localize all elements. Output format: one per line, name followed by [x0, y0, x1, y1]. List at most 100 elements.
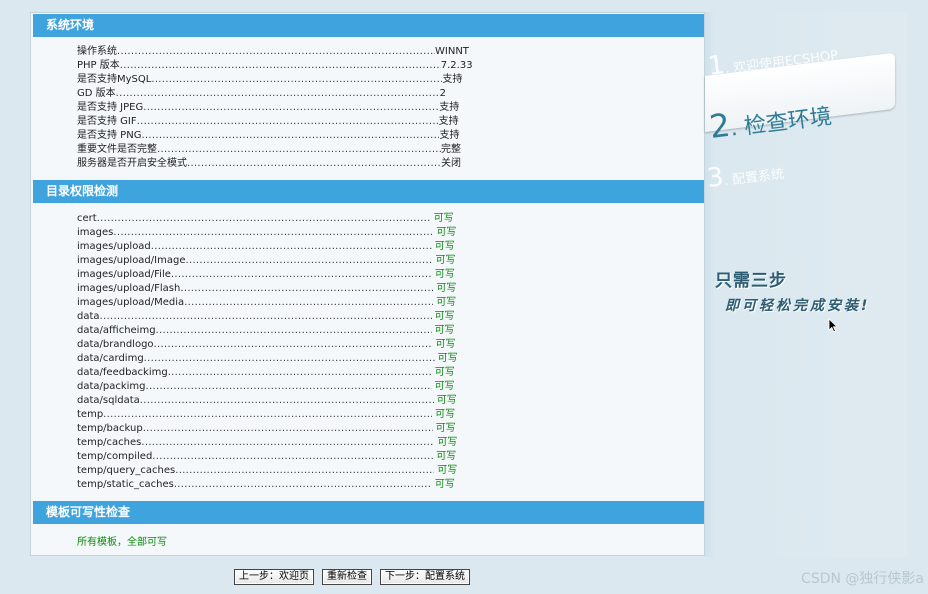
writable-status: 可写 — [434, 269, 455, 280]
dot-leader: ........................................… — [141, 130, 440, 141]
env-value: 支持 — [442, 74, 463, 85]
dot-leader: ........................................… — [150, 241, 432, 252]
env-value: WINNT — [435, 46, 469, 57]
dir-row: data....................................… — [77, 310, 455, 324]
dir-label: temp/compiled — [77, 451, 153, 462]
writable-status: 可写 — [435, 255, 456, 266]
dir-label: data/cardimg — [77, 353, 144, 364]
env-value: 7.2.33 — [440, 60, 473, 71]
env-value: 支持 — [439, 130, 460, 141]
dir-label: data/afficheimg — [77, 325, 156, 336]
step-label: . 配置系统 — [723, 166, 785, 190]
dir-row: temp/caches.............................… — [77, 436, 457, 450]
dot-leader: ........................................… — [117, 46, 435, 57]
dir-row: images/upload/Flash.....................… — [77, 282, 456, 296]
writable-status: 可写 — [436, 297, 457, 308]
dir-label: temp/backup — [77, 423, 143, 434]
dir-label: temp/static_caches — [77, 479, 174, 490]
env-row: 是否支持 GIF................................… — [77, 115, 459, 129]
dot-leader: ........................................… — [99, 311, 432, 322]
dir-label: images/upload/Flash — [77, 283, 181, 294]
dir-label: temp — [77, 409, 104, 420]
env-row: 重要文件是否完整................................… — [77, 143, 461, 157]
dot-leader: ........................................… — [155, 325, 432, 336]
section-header-env: 系统环境 — [33, 14, 704, 37]
dir-label: images/upload/Image — [77, 255, 186, 266]
dir-label: data/sqldata — [77, 395, 140, 406]
writable-status: 可写 — [434, 241, 455, 252]
dir-row: data/feedbackimg........................… — [77, 366, 455, 380]
dir-row: temp/query_caches.......................… — [77, 464, 457, 478]
dir-row: data/afficheimg.........................… — [77, 324, 455, 338]
env-label: PHP 版本 — [77, 60, 120, 71]
dir-row: temp/backup.............................… — [77, 422, 456, 436]
dir-row: images..................................… — [77, 226, 456, 240]
env-row: 操作系统....................................… — [77, 45, 469, 59]
dir-row: images/upload/Media.....................… — [77, 296, 456, 310]
dot-leader: ........................................… — [187, 158, 441, 169]
env-label: 是否支持MySQL — [77, 74, 152, 85]
env-row: PHP 版本..................................… — [77, 59, 473, 73]
dot-leader: ........................................… — [96, 213, 431, 224]
writable-status: 可写 — [434, 381, 455, 392]
writable-status: 可写 — [434, 311, 455, 322]
dir-row: temp....................................… — [77, 408, 455, 422]
env-label: 是否支持 PNG — [77, 130, 142, 141]
dir-row: images/upload...........................… — [77, 240, 455, 254]
dot-leader: ........................................… — [141, 437, 434, 448]
env-value: 2 — [439, 88, 447, 99]
dot-leader: ........................................… — [113, 227, 434, 238]
watermark: CSDN @独行侠影a — [801, 571, 924, 587]
writable-status: 可写 — [435, 409, 456, 420]
dot-leader: ........................................… — [153, 339, 433, 350]
dir-label: temp/caches — [77, 437, 142, 448]
dir-row: temp/compiled...........................… — [77, 450, 456, 464]
section-header-template: 模板可写性检查 — [33, 501, 704, 524]
dir-row: images/upload/Image.....................… — [77, 254, 455, 268]
dir-row: data/sqldata............................… — [77, 394, 457, 408]
env-label: 操作系统 — [77, 46, 117, 57]
writable-status: 可写 — [436, 283, 457, 294]
dot-leader: ........................................… — [115, 88, 440, 99]
writable-status: 可写 — [436, 395, 457, 406]
writable-status: 可写 — [435, 339, 456, 350]
writable-status: 可写 — [435, 423, 456, 434]
dot-leader: ........................................… — [119, 60, 441, 71]
step-configure: 3. 配置系统 — [705, 155, 785, 194]
env-row: 服务器是否开启安全模式.............................… — [77, 157, 461, 171]
env-label: 是否支持 JPEG — [77, 102, 144, 113]
env-row: 是否支持 PNG................................… — [77, 129, 459, 143]
dir-label: images — [77, 227, 114, 238]
dir-label: cert — [77, 213, 97, 224]
writable-status: 可写 — [436, 451, 457, 462]
env-row: 是否支持MySQL...............................… — [77, 73, 462, 87]
env-label: GD 版本 — [77, 88, 116, 99]
dir-label: data/brandlogo — [77, 339, 154, 350]
env-value: 支持 — [438, 116, 459, 127]
env-row: GD 版本...................................… — [77, 87, 446, 101]
dot-leader: ........................................… — [152, 451, 434, 462]
mouse-pointer-icon — [828, 318, 838, 333]
prev-step-button[interactable]: 上一步：欢迎页 — [234, 569, 314, 585]
dir-row: temp/static_caches......................… — [77, 478, 455, 492]
dot-leader: ........................................… — [185, 255, 433, 266]
writable-status: 可写 — [437, 465, 458, 476]
dot-leader: ........................................… — [143, 353, 435, 364]
template-check-result: 所有模板，全部可写 — [77, 537, 167, 548]
dir-row: data/packimg............................… — [77, 380, 455, 394]
install-check-panel: 系统环境 操作系统...............................… — [30, 12, 705, 556]
writable-status: 可写 — [437, 353, 458, 364]
recheck-button[interactable]: 重新检查 — [322, 569, 372, 585]
writable-status: 可写 — [436, 227, 457, 238]
env-label: 服务器是否开启安全模式 — [77, 158, 187, 169]
dir-label: images/upload/Media — [77, 297, 185, 308]
writable-status: 可写 — [433, 213, 454, 224]
tagline-easy-install: 即可轻松完成安装! — [725, 298, 871, 314]
next-step-button[interactable]: 下一步：配置系统 — [380, 569, 470, 585]
dot-leader: ........................................… — [103, 409, 433, 420]
env-label: 重要文件是否完整 — [77, 144, 157, 155]
dir-label: images/upload — [77, 241, 151, 252]
wizard-button-bar: 上一步：欢迎页 重新检查 下一步：配置系统 — [234, 569, 470, 585]
dir-label: temp/query_caches — [77, 465, 176, 476]
dir-label: data/feedbackimg — [77, 367, 168, 378]
